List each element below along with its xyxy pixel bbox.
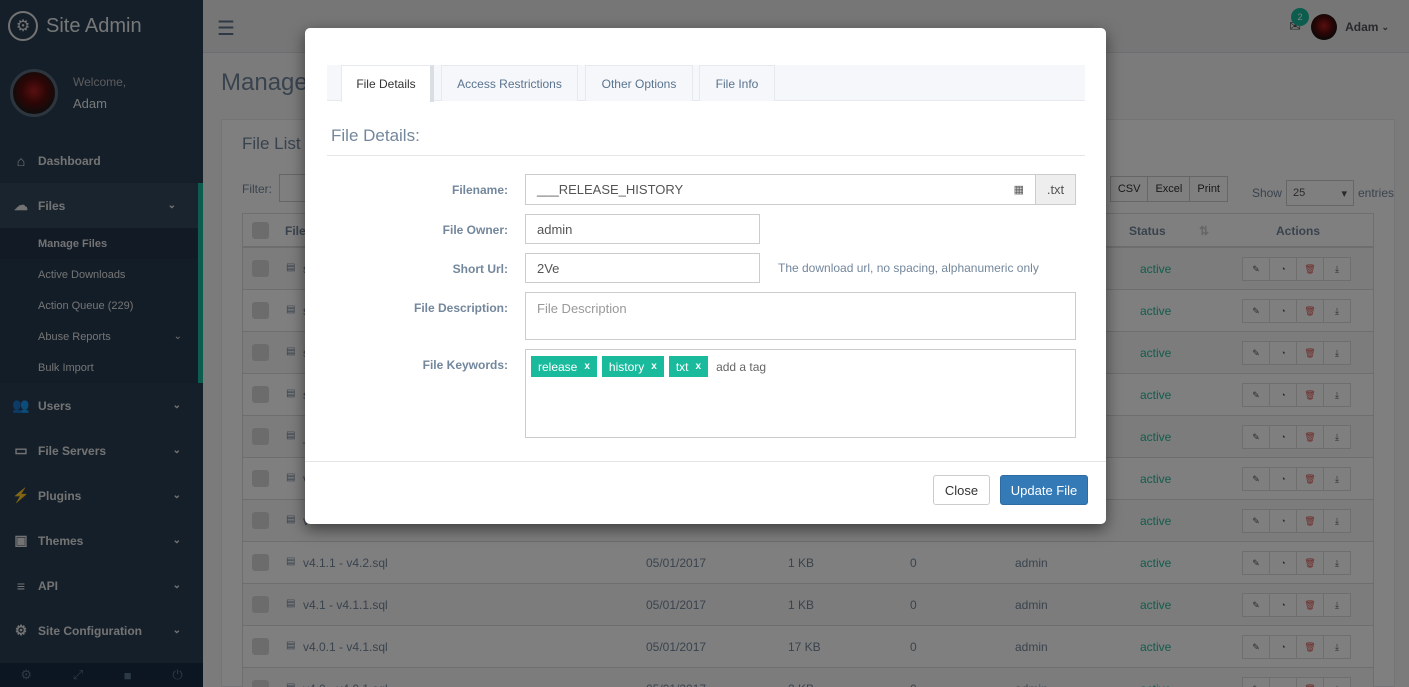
modal-footer	[305, 461, 1106, 462]
owner-label: File Owner:	[442, 223, 508, 237]
tag-list: release x history x txt x	[531, 356, 713, 377]
tab-file-info[interactable]: File Info	[699, 65, 775, 101]
remove-tag-icon[interactable]: x	[696, 361, 702, 372]
file-keywords-field[interactable]: release x history x txt x add a tag	[525, 349, 1076, 438]
keyboard-icon: ▦	[1013, 184, 1024, 196]
add-tag-input[interactable]: add a tag	[716, 360, 766, 374]
modal-heading: File Details:	[331, 126, 420, 145]
divider	[327, 155, 1085, 156]
file-owner-value: admin	[537, 221, 573, 237]
filename-field[interactable]: ___RELEASE_HISTORY ▦	[525, 174, 1036, 205]
tab-file-details[interactable]: File Details	[341, 65, 434, 102]
keywords-label: File Keywords:	[422, 358, 508, 372]
short-url-help: The download url, no spacing, alphanumer…	[778, 261, 1039, 275]
file-owner-field[interactable]: admin	[525, 214, 760, 244]
tag-label: release	[538, 359, 578, 374]
tag-label: history	[608, 359, 645, 374]
keyword-tag: txt x	[668, 356, 709, 377]
tab-access-restrictions[interactable]: Access Restrictions	[441, 65, 578, 101]
close-button[interactable]: Close	[933, 475, 990, 505]
keyword-tag: release x	[531, 356, 597, 377]
tag-label: txt	[675, 359, 689, 374]
tab-other-options[interactable]: Other Options	[585, 65, 693, 101]
remove-tag-icon[interactable]: x	[651, 361, 657, 372]
description-label: File Description:	[413, 301, 508, 315]
modal-tabs: File Details Access Restrictions Other O…	[327, 65, 1085, 102]
filename-value: ___RELEASE_HISTORY	[537, 182, 684, 197]
update-file-button[interactable]: Update File	[1000, 475, 1088, 505]
short-url-field[interactable]: 2Ve	[525, 253, 760, 283]
edit-file-modal: File Details Access Restrictions Other O…	[305, 28, 1106, 524]
filename-label: Filename:	[451, 183, 508, 197]
short-url-value: 2Ve	[537, 260, 560, 276]
file-description-field[interactable]: File Description	[525, 292, 1076, 340]
keyword-tag: history x	[601, 356, 664, 377]
remove-tag-icon[interactable]: x	[584, 361, 590, 372]
description-placeholder: File Description	[537, 301, 627, 316]
short-url-label: Short Url:	[452, 262, 508, 276]
filename-extension: .txt	[1035, 174, 1076, 205]
